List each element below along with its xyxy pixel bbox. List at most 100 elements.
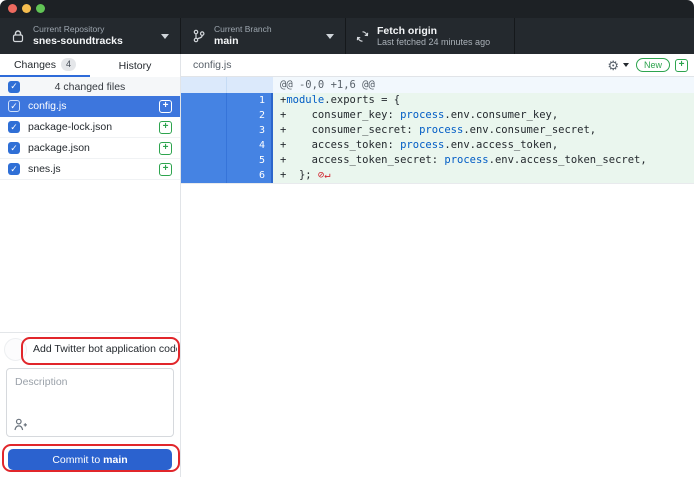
- file-row-config.js[interactable]: ✓ config.js+: [0, 96, 180, 117]
- commit-form: Commit to main: [0, 332, 180, 478]
- gear-icon[interactable]: ⚙: [607, 59, 619, 72]
- old-line-number-gutter[interactable]: [181, 168, 227, 183]
- add-coauthor-icon[interactable]: [14, 418, 28, 431]
- diff-line-1: 1+module.exports = {: [181, 93, 694, 108]
- commit-button-prefix: Commit to: [52, 454, 100, 466]
- commit-button-branch: main: [103, 454, 128, 466]
- tab-history[interactable]: History: [90, 54, 180, 77]
- file-name: package.json: [28, 142, 159, 154]
- changed-files-summary: 4 changed files: [20, 81, 180, 93]
- file-row-package.json[interactable]: ✓ package.json+: [0, 138, 180, 159]
- old-line-number-gutter[interactable]: [181, 138, 227, 153]
- file-checkbox[interactable]: ✓: [8, 100, 20, 112]
- commit-summary-input[interactable]: [31, 339, 179, 359]
- diff-actions: ⚙ New +: [607, 58, 688, 72]
- repository-name: snes-soundtracks: [33, 35, 123, 47]
- diff-header: config.js ⚙ New +: [181, 54, 694, 77]
- toolbar: Current Repository snes-soundtracks Curr…: [0, 18, 694, 54]
- status-added-icon: +: [675, 59, 688, 72]
- diff-body: @@ -0,0 +1,6 @@ 1+module.exports = {2+ c…: [181, 77, 694, 184]
- fetch-detail: Last fetched 24 minutes ago: [377, 37, 490, 47]
- github-desktop-window: Current Repository snes-soundtracks Curr…: [0, 0, 694, 477]
- fetch-origin-button[interactable]: Fetch origin Last fetched 24 minutes ago: [346, 18, 515, 54]
- check-icon: ✓: [10, 82, 18, 91]
- diff-pane: config.js ⚙ New + @@ -0,0 +1,6 @@ 1+modu…: [181, 54, 694, 477]
- old-line-number-gutter[interactable]: [181, 108, 227, 123]
- git-branch-icon: [191, 29, 207, 43]
- tab-history-label: History: [119, 60, 152, 72]
- diff-line-4: 4+ access_token: process.env.access_toke…: [181, 138, 694, 153]
- fetch-label: Fetch origin: [377, 25, 490, 37]
- diff-line-3: 3+ consumer_secret: process.env.consumer…: [181, 123, 694, 138]
- changes-count-badge: 4: [61, 58, 76, 71]
- new-line-number-gutter[interactable]: 3: [227, 123, 273, 138]
- tab-changes-label: Changes: [14, 59, 56, 71]
- new-line-number-gutter[interactable]: 4: [227, 138, 273, 153]
- zoom-button[interactable]: [36, 4, 45, 13]
- sync-icon: [354, 30, 370, 43]
- diff-line-code: + access_token_secret: process.env.acces…: [273, 153, 694, 168]
- diff-lines: 1+module.exports = {2+ consumer_key: pro…: [181, 93, 694, 184]
- commit-description-box: [6, 368, 174, 437]
- chevron-down-icon: [623, 63, 629, 67]
- status-added-icon: +: [159, 142, 172, 155]
- file-row-snes.js[interactable]: ✓ snes.js+: [0, 159, 180, 180]
- diff-line-6: 6+ }; ⊘↵: [181, 168, 694, 183]
- repository-label: Current Repository: [33, 25, 123, 35]
- diff-filename: config.js: [193, 59, 607, 71]
- diff-line-code: + consumer_key: process.env.consumer_key…: [273, 108, 694, 123]
- file-name: snes.js: [28, 163, 159, 175]
- file-name: package-lock.json: [28, 121, 159, 133]
- commit-description-textarea[interactable]: [7, 369, 173, 436]
- file-checkbox[interactable]: ✓: [8, 142, 20, 154]
- check-icon: ✓: [10, 165, 18, 174]
- fetch-text: Fetch origin Last fetched 24 minutes ago: [377, 25, 490, 47]
- branch-switcher[interactable]: Current Branch main: [181, 18, 346, 54]
- file-row-package-lock.json[interactable]: ✓ package-lock.json+: [0, 117, 180, 138]
- check-icon: ✓: [10, 144, 18, 153]
- repository-switcher[interactable]: Current Repository snes-soundtracks: [0, 18, 181, 54]
- file-checkbox[interactable]: ✓: [8, 121, 20, 133]
- new-file-badge: New: [636, 58, 670, 72]
- check-icon: ✓: [10, 123, 18, 132]
- old-line-number-gutter[interactable]: [181, 123, 227, 138]
- diff-line-5: 5+ access_token_secret: process.env.acce…: [181, 153, 694, 168]
- diff-line-code: +module.exports = {: [273, 93, 694, 108]
- check-icon: ✓: [10, 102, 18, 111]
- new-line-number-gutter[interactable]: 6: [227, 168, 273, 183]
- diff-line-2: 2+ consumer_key: process.env.consumer_ke…: [181, 108, 694, 123]
- old-line-number-gutter[interactable]: [181, 77, 227, 93]
- tabbar: Changes 4 History: [0, 54, 180, 78]
- new-line-number-gutter[interactable]: 2: [227, 108, 273, 123]
- tab-changes[interactable]: Changes 4: [0, 54, 90, 77]
- select-all-checkbox[interactable]: ✓: [8, 81, 20, 93]
- chevron-down-icon: [161, 34, 169, 39]
- diff-line-code: + }; ⊘↵: [273, 168, 694, 183]
- hunk-header-row: @@ -0,0 +1,6 @@: [181, 77, 694, 93]
- new-line-number-gutter[interactable]: [227, 77, 273, 93]
- chevron-down-icon: [326, 34, 334, 39]
- status-added-icon: +: [159, 163, 172, 176]
- status-added-icon: +: [159, 100, 172, 113]
- file-name: config.js: [28, 100, 159, 112]
- titlebar: [0, 0, 694, 18]
- changed-file-list: ✓config.js+✓package-lock.json+✓package.j…: [0, 96, 180, 180]
- repository-text: Current Repository snes-soundtracks: [33, 25, 123, 48]
- close-button[interactable]: [8, 4, 17, 13]
- select-all-row: ✓ 4 changed files: [0, 77, 180, 97]
- minimize-button[interactable]: [22, 4, 31, 13]
- diff-line-code: + consumer_secret: process.env.consumer_…: [273, 123, 694, 138]
- old-line-number-gutter[interactable]: [181, 93, 227, 108]
- sidebar: Changes 4 History ✓ 4 changed files ✓ con…: [0, 54, 181, 477]
- branch-name: main: [214, 35, 272, 47]
- new-line-number-gutter[interactable]: 1: [227, 93, 273, 108]
- new-line-number-gutter[interactable]: 5: [227, 153, 273, 168]
- old-line-number-gutter[interactable]: [181, 153, 227, 168]
- status-added-icon: +: [159, 121, 172, 134]
- avatar: [4, 338, 27, 361]
- branch-label: Current Branch: [214, 25, 272, 35]
- commit-button[interactable]: Commit to main: [8, 449, 172, 470]
- branch-text: Current Branch main: [214, 25, 272, 48]
- file-checkbox[interactable]: ✓: [8, 163, 20, 175]
- diff-line-code: + access_token: process.env.access_token…: [273, 138, 694, 153]
